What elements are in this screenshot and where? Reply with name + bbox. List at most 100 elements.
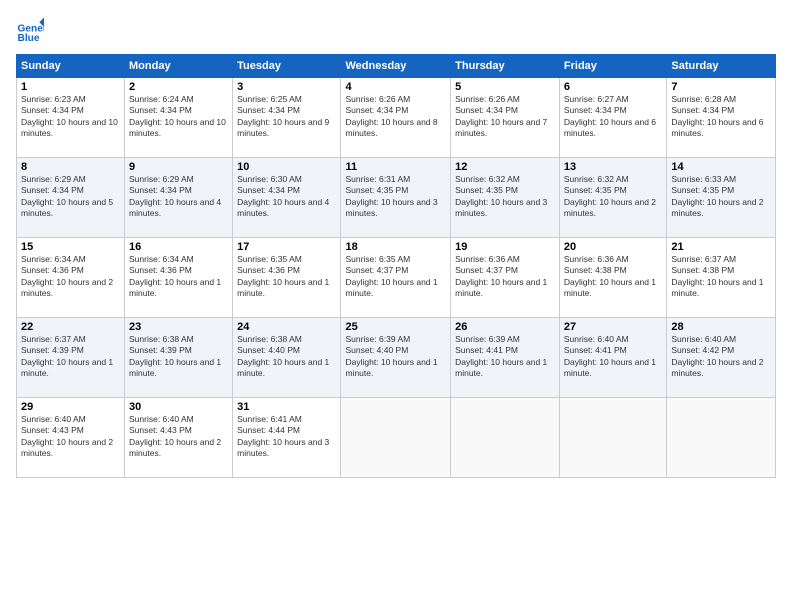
- sunrise-info: Sunrise: 6:41 AM: [237, 414, 302, 424]
- daylight-info: Daylight: 10 hours and 3 minutes.: [345, 197, 437, 218]
- sunrise-info: Sunrise: 6:31 AM: [345, 174, 410, 184]
- daylight-info: Daylight: 10 hours and 2 minutes.: [129, 437, 221, 458]
- day-number: 24: [237, 321, 336, 333]
- calendar-cell: 29 Sunrise: 6:40 AM Sunset: 4:43 PM Dayl…: [17, 398, 125, 478]
- page-header: General Blue: [16, 16, 776, 44]
- sunset-info: Sunset: 4:34 PM: [671, 105, 734, 115]
- col-header-saturday: Saturday: [667, 55, 776, 78]
- col-header-friday: Friday: [559, 55, 666, 78]
- sunset-info: Sunset: 4:44 PM: [237, 425, 300, 435]
- sunset-info: Sunset: 4:34 PM: [129, 105, 192, 115]
- sunset-info: Sunset: 4:41 PM: [564, 345, 627, 355]
- daylight-info: Daylight: 10 hours and 2 minutes.: [21, 277, 113, 298]
- sunset-info: Sunset: 4:34 PM: [21, 185, 84, 195]
- calendar-cell: 9 Sunrise: 6:29 AM Sunset: 4:34 PM Dayli…: [125, 158, 233, 238]
- col-header-tuesday: Tuesday: [233, 55, 341, 78]
- col-header-wednesday: Wednesday: [341, 55, 451, 78]
- day-number: 31: [237, 401, 336, 413]
- sunrise-info: Sunrise: 6:39 AM: [455, 334, 520, 344]
- sunset-info: Sunset: 4:36 PM: [237, 265, 300, 275]
- col-header-sunday: Sunday: [17, 55, 125, 78]
- day-number: 26: [455, 321, 555, 333]
- day-number: 13: [564, 161, 662, 173]
- daylight-info: Daylight: 10 hours and 1 minute.: [21, 357, 113, 378]
- calendar-cell: 4 Sunrise: 6:26 AM Sunset: 4:34 PM Dayli…: [341, 78, 451, 158]
- calendar-cell: 7 Sunrise: 6:28 AM Sunset: 4:34 PM Dayli…: [667, 78, 776, 158]
- calendar-cell: 30 Sunrise: 6:40 AM Sunset: 4:43 PM Dayl…: [125, 398, 233, 478]
- calendar-cell: 14 Sunrise: 6:33 AM Sunset: 4:35 PM Dayl…: [667, 158, 776, 238]
- sunrise-info: Sunrise: 6:36 AM: [455, 254, 520, 264]
- sunrise-info: Sunrise: 6:36 AM: [564, 254, 629, 264]
- sunrise-info: Sunrise: 6:32 AM: [564, 174, 629, 184]
- day-number: 1: [21, 81, 120, 93]
- daylight-info: Daylight: 10 hours and 2 minutes.: [671, 197, 763, 218]
- calendar-cell: 11 Sunrise: 6:31 AM Sunset: 4:35 PM Dayl…: [341, 158, 451, 238]
- logo: General Blue: [16, 16, 46, 44]
- calendar-table: SundayMondayTuesdayWednesdayThursdayFrid…: [16, 54, 776, 478]
- day-number: 18: [345, 241, 446, 253]
- day-number: 29: [21, 401, 120, 413]
- sunrise-info: Sunrise: 6:26 AM: [345, 94, 410, 104]
- daylight-info: Daylight: 10 hours and 9 minutes.: [237, 117, 329, 138]
- sunrise-info: Sunrise: 6:40 AM: [564, 334, 629, 344]
- daylight-info: Daylight: 10 hours and 1 minute.: [564, 277, 656, 298]
- daylight-info: Daylight: 10 hours and 2 minutes.: [21, 437, 113, 458]
- sunset-info: Sunset: 4:40 PM: [345, 345, 408, 355]
- calendar-cell: 27 Sunrise: 6:40 AM Sunset: 4:41 PM Dayl…: [559, 318, 666, 398]
- sunset-info: Sunset: 4:38 PM: [671, 265, 734, 275]
- daylight-info: Daylight: 10 hours and 1 minute.: [455, 277, 547, 298]
- daylight-info: Daylight: 10 hours and 4 minutes.: [129, 197, 221, 218]
- daylight-info: Daylight: 10 hours and 3 minutes.: [455, 197, 547, 218]
- sunset-info: Sunset: 4:35 PM: [564, 185, 627, 195]
- calendar-cell: 23 Sunrise: 6:38 AM Sunset: 4:39 PM Dayl…: [125, 318, 233, 398]
- calendar-cell: 19 Sunrise: 6:36 AM Sunset: 4:37 PM Dayl…: [451, 238, 560, 318]
- sunset-info: Sunset: 4:42 PM: [671, 345, 734, 355]
- logo-icon: General Blue: [16, 16, 44, 44]
- day-number: 14: [671, 161, 771, 173]
- daylight-info: Daylight: 10 hours and 2 minutes.: [671, 357, 763, 378]
- sunset-info: Sunset: 4:34 PM: [345, 105, 408, 115]
- sunrise-info: Sunrise: 6:32 AM: [455, 174, 520, 184]
- sunrise-info: Sunrise: 6:40 AM: [21, 414, 86, 424]
- daylight-info: Daylight: 10 hours and 8 minutes.: [345, 117, 437, 138]
- calendar-cell: 28 Sunrise: 6:40 AM Sunset: 4:42 PM Dayl…: [667, 318, 776, 398]
- sunset-info: Sunset: 4:35 PM: [345, 185, 408, 195]
- daylight-info: Daylight: 10 hours and 2 minutes.: [564, 197, 656, 218]
- sunrise-info: Sunrise: 6:35 AM: [345, 254, 410, 264]
- day-number: 30: [129, 401, 228, 413]
- sunset-info: Sunset: 4:34 PM: [21, 105, 84, 115]
- daylight-info: Daylight: 10 hours and 4 minutes.: [237, 197, 329, 218]
- day-number: 2: [129, 81, 228, 93]
- calendar-cell: 18 Sunrise: 6:35 AM Sunset: 4:37 PM Dayl…: [341, 238, 451, 318]
- sunrise-info: Sunrise: 6:25 AM: [237, 94, 302, 104]
- calendar-cell: [559, 398, 666, 478]
- daylight-info: Daylight: 10 hours and 1 minute.: [237, 357, 329, 378]
- sunrise-info: Sunrise: 6:37 AM: [21, 334, 86, 344]
- sunset-info: Sunset: 4:34 PM: [564, 105, 627, 115]
- sunset-info: Sunset: 4:34 PM: [129, 185, 192, 195]
- day-number: 23: [129, 321, 228, 333]
- sunrise-info: Sunrise: 6:40 AM: [671, 334, 736, 344]
- day-number: 28: [671, 321, 771, 333]
- day-number: 9: [129, 161, 228, 173]
- sunset-info: Sunset: 4:34 PM: [455, 105, 518, 115]
- sunrise-info: Sunrise: 6:34 AM: [21, 254, 86, 264]
- calendar-cell: 24 Sunrise: 6:38 AM Sunset: 4:40 PM Dayl…: [233, 318, 341, 398]
- sunset-info: Sunset: 4:40 PM: [237, 345, 300, 355]
- sunrise-info: Sunrise: 6:38 AM: [237, 334, 302, 344]
- sunset-info: Sunset: 4:39 PM: [21, 345, 84, 355]
- sunrise-info: Sunrise: 6:27 AM: [564, 94, 629, 104]
- calendar-cell: 20 Sunrise: 6:36 AM Sunset: 4:38 PM Dayl…: [559, 238, 666, 318]
- sunset-info: Sunset: 4:37 PM: [345, 265, 408, 275]
- day-number: 3: [237, 81, 336, 93]
- sunrise-info: Sunrise: 6:39 AM: [345, 334, 410, 344]
- calendar-cell: 21 Sunrise: 6:37 AM Sunset: 4:38 PM Dayl…: [667, 238, 776, 318]
- daylight-info: Daylight: 10 hours and 1 minute.: [345, 357, 437, 378]
- sunset-info: Sunset: 4:35 PM: [671, 185, 734, 195]
- day-number: 7: [671, 81, 771, 93]
- daylight-info: Daylight: 10 hours and 1 minute.: [564, 357, 656, 378]
- calendar-cell: 6 Sunrise: 6:27 AM Sunset: 4:34 PM Dayli…: [559, 78, 666, 158]
- daylight-info: Daylight: 10 hours and 3 minutes.: [237, 437, 329, 458]
- sunrise-info: Sunrise: 6:30 AM: [237, 174, 302, 184]
- daylight-info: Daylight: 10 hours and 1 minute.: [237, 277, 329, 298]
